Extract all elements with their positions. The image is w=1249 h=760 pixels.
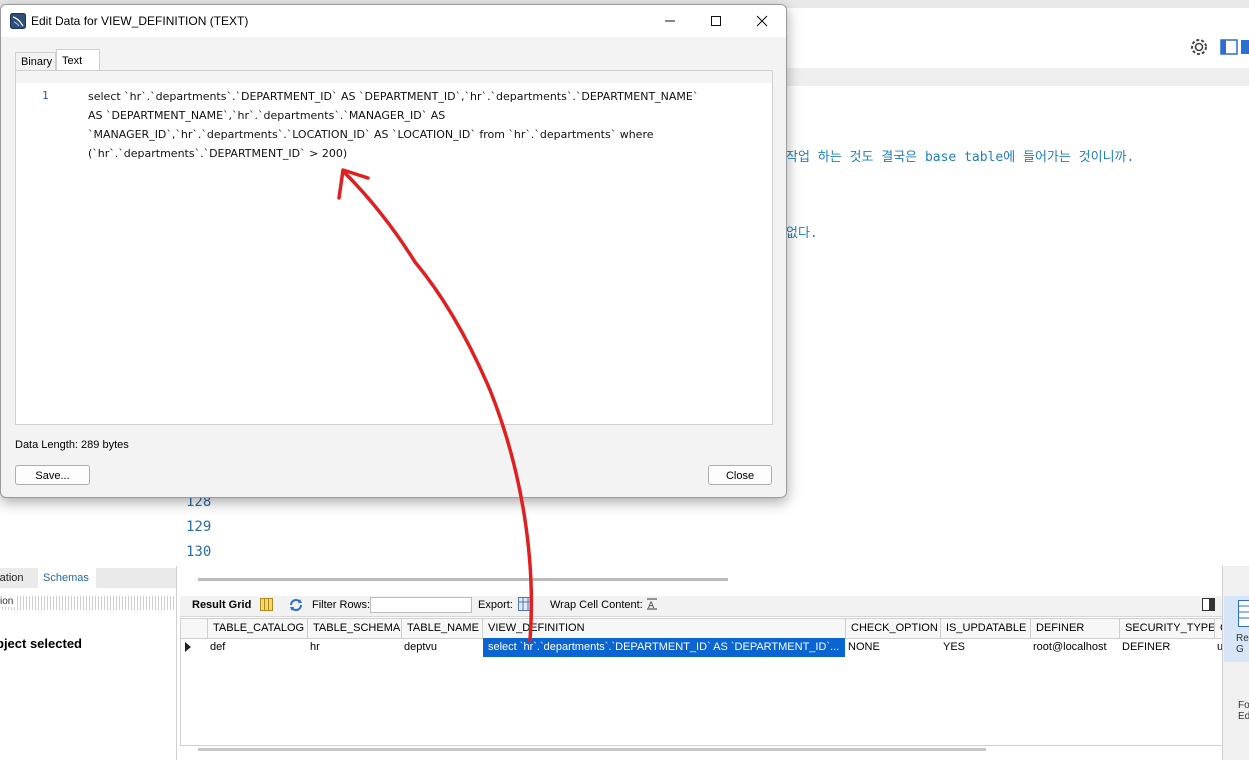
editor-top-strip (16, 71, 772, 83)
table-cell[interactable]: root@localhost (1028, 638, 1117, 657)
information-header: ion (0, 596, 176, 610)
workbench-toolbar (785, 8, 1249, 69)
result-grid-side-label: Re G (1236, 633, 1249, 655)
form-editor-side-label[interactable]: Fo Edi (1238, 700, 1249, 722)
mysql-workbench-icon (10, 13, 26, 29)
result-grid-label[interactable]: Result Grid (192, 599, 251, 611)
tab-schemas[interactable]: Schemas (38, 568, 96, 588)
svg-text:A: A (648, 601, 655, 610)
line-number: 130 (186, 544, 212, 560)
dialog-title: Edit Data for VIEW_DEFINITION (TEXT) (31, 14, 249, 28)
sql-text-content[interactable]: select `hr`.`departments`.`DEPARTMENT_ID… (88, 87, 758, 163)
column-header[interactable]: SECURITY_TYPE (1120, 619, 1215, 638)
editor-comment-line: 없다. (786, 226, 818, 241)
grid-horizontal-scrollbar[interactable] (198, 748, 986, 751)
column-header[interactable]: IS_UPDATABLE (941, 619, 1031, 638)
grid-view-icon[interactable] (260, 598, 273, 614)
value-text-editor[interactable]: 1 select `hr`.`departments`.`DEPARTMENT_… (15, 70, 773, 425)
editor-line-numbers: 128 129 130 (186, 490, 211, 565)
refresh-icon[interactable] (288, 598, 304, 615)
save-button[interactable]: Save... (15, 465, 90, 485)
line-number: 129 (186, 519, 212, 535)
grid-header: TABLE_CATALOG TABLE_SCHEMA TABLE_NAME VI… (181, 619, 1223, 639)
row-header-corner (181, 619, 208, 638)
filter-rows-input[interactable] (370, 597, 472, 613)
text-line-number: 1 (42, 89, 49, 102)
no-object-selected-label: bject selected (0, 636, 82, 651)
edit-data-dialog: Edit Data for VIEW_DEFINITION (TEXT) Bin… (0, 4, 787, 498)
maximize-icon (711, 16, 721, 26)
maximize-button[interactable] (693, 5, 739, 37)
editor-horizontal-scrollbar[interactable] (198, 578, 728, 581)
tab-binary[interactable]: Binary (15, 52, 56, 71)
table-cell[interactable]: YES (938, 638, 1028, 657)
toggle-panel-icon[interactable] (1202, 598, 1215, 614)
table-cell[interactable]: NONE (843, 638, 938, 657)
table-cell[interactable]: DEFINER (1117, 638, 1212, 657)
dialog-titlebar[interactable]: Edit Data for VIEW_DEFINITION (TEXT) (1, 5, 786, 37)
table-cell-selected[interactable]: select `hr`.`departments`.`DEPARTMENT_ID… (483, 638, 845, 657)
column-header[interactable]: TABLE_NAME (402, 619, 483, 638)
editor-tab-strip (785, 68, 1249, 87)
tab-administration[interactable]: ration (0, 568, 28, 588)
data-length-label: Data Length: 289 bytes (15, 439, 129, 451)
panel-layout-icons[interactable] (1220, 38, 1249, 56)
close-icon (756, 15, 768, 27)
wrap-cell-icon[interactable]: A (646, 598, 658, 613)
table-cell[interactable]: deptvu (399, 638, 483, 657)
table-cell[interactable]: def (205, 638, 305, 657)
minimize-button[interactable] (647, 5, 693, 37)
wrap-cell-label: Wrap Cell Content: (550, 599, 643, 611)
column-header[interactable]: DEFINER (1031, 619, 1120, 638)
table-cell[interactable]: hr (305, 638, 399, 657)
result-grid[interactable]: TABLE_CATALOG TABLE_SCHEMA TABLE_NAME VI… (180, 618, 1224, 746)
gear-icon[interactable] (1190, 38, 1208, 56)
export-icon[interactable] (518, 597, 534, 615)
editor-comment-line: 작업 하는 것도 결국은 base table에 들어가는 것이니까. (786, 150, 1135, 165)
filter-rows-label: Filter Rows: (312, 599, 371, 611)
column-header[interactable]: CHECK_OPTION (846, 619, 941, 638)
minimize-icon (665, 20, 675, 22)
close-button[interactable]: Close (708, 465, 772, 485)
result-toolbar: Result Grid Filter Rows: Export: Wrap Ce… (180, 596, 1222, 617)
export-label: Export: (478, 599, 513, 611)
column-header[interactable]: TABLE_SCHEMA (308, 619, 402, 638)
tab-text[interactable]: Text (56, 49, 100, 71)
information-header-label: ion (0, 596, 16, 607)
column-header[interactable]: VIEW_DEFINITION (483, 619, 846, 638)
column-header[interactable]: TABLE_CATALOG (208, 619, 308, 638)
table-row[interactable]: def hr deptvu select `hr`.`departments`.… (181, 638, 1223, 657)
close-window-button[interactable] (739, 5, 785, 37)
current-row-marker-icon (185, 642, 191, 652)
navigator-tabs: ration Schemas (0, 568, 176, 588)
